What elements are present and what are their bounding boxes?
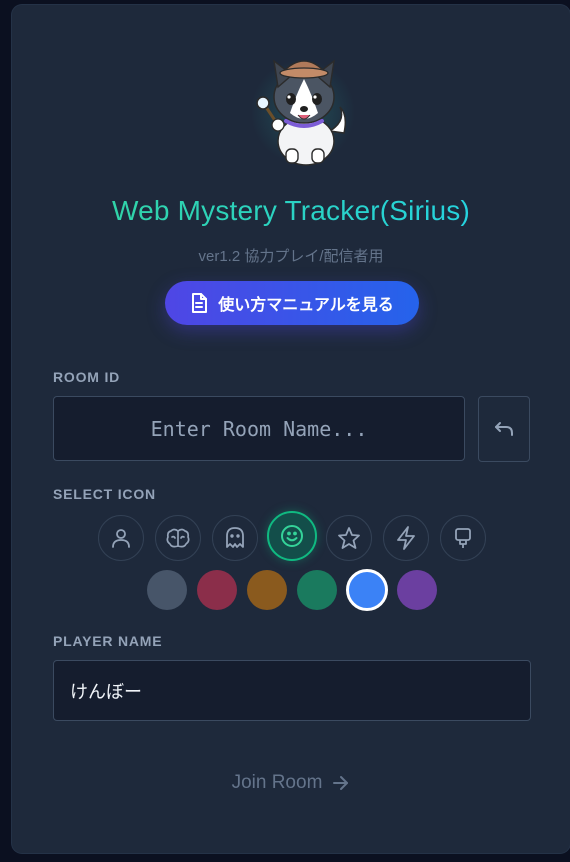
room-id-input[interactable]: Enter Room Name... — [53, 396, 465, 461]
star-icon — [337, 526, 361, 550]
smile-icon — [280, 524, 304, 548]
room-id-placeholder: Enter Room Name... — [150, 416, 368, 441]
zap-icon — [395, 526, 417, 550]
player-name-value: けんぼー — [70, 681, 142, 702]
icon-option-user[interactable] — [98, 515, 144, 561]
brain-icon — [166, 527, 190, 549]
join-room-label: Join Room — [231, 772, 323, 793]
icon-option-zap[interactable] — [383, 515, 429, 561]
color-swatch-orange[interactable] — [247, 570, 287, 610]
icon-option-stamp[interactable] — [440, 515, 486, 561]
player-name-input[interactable]: けんぼー — [53, 660, 531, 721]
undo-icon — [494, 421, 514, 437]
icon-option-star[interactable] — [326, 515, 372, 561]
player-name-label: PLAYER NAME — [53, 633, 163, 649]
color-swatch-purple[interactable] — [397, 570, 437, 610]
color-swatch-slate[interactable] — [147, 570, 187, 610]
reset-room-button[interactable] — [478, 396, 530, 462]
user-icon — [110, 527, 132, 549]
color-swatch-blue[interactable] — [346, 569, 388, 611]
color-swatch-red[interactable] — [197, 570, 237, 610]
ghost-icon — [225, 527, 245, 549]
icon-option-brain[interactable] — [155, 515, 201, 561]
manual-button[interactable]: 使い方マニュアルを見る — [165, 281, 419, 325]
document-icon — [190, 293, 208, 313]
manual-button-label: 使い方マニュアルを見る — [218, 297, 394, 314]
stamp-icon — [452, 527, 474, 549]
mascot — [248, 43, 358, 173]
color-swatch-green[interactable] — [297, 570, 337, 610]
select-icon-label: SELECT ICON — [53, 486, 156, 502]
icon-option-smile[interactable] — [267, 511, 317, 561]
mascot-dog-image — [256, 59, 347, 166]
app-version: ver1.2 協力プレイ/配信者用 — [198, 248, 384, 265]
room-id-label: ROOM ID — [53, 369, 121, 385]
icon-option-ghost[interactable] — [212, 515, 258, 561]
join-room-button[interactable]: Join Room — [12, 769, 570, 797]
arrow-right-icon — [332, 775, 350, 791]
login-card: Web Mystery Tracker(Sirius) ver1.2 協力プレイ… — [12, 5, 570, 853]
app-title: Web Mystery Tracker(Sirius) — [12, 195, 570, 227]
